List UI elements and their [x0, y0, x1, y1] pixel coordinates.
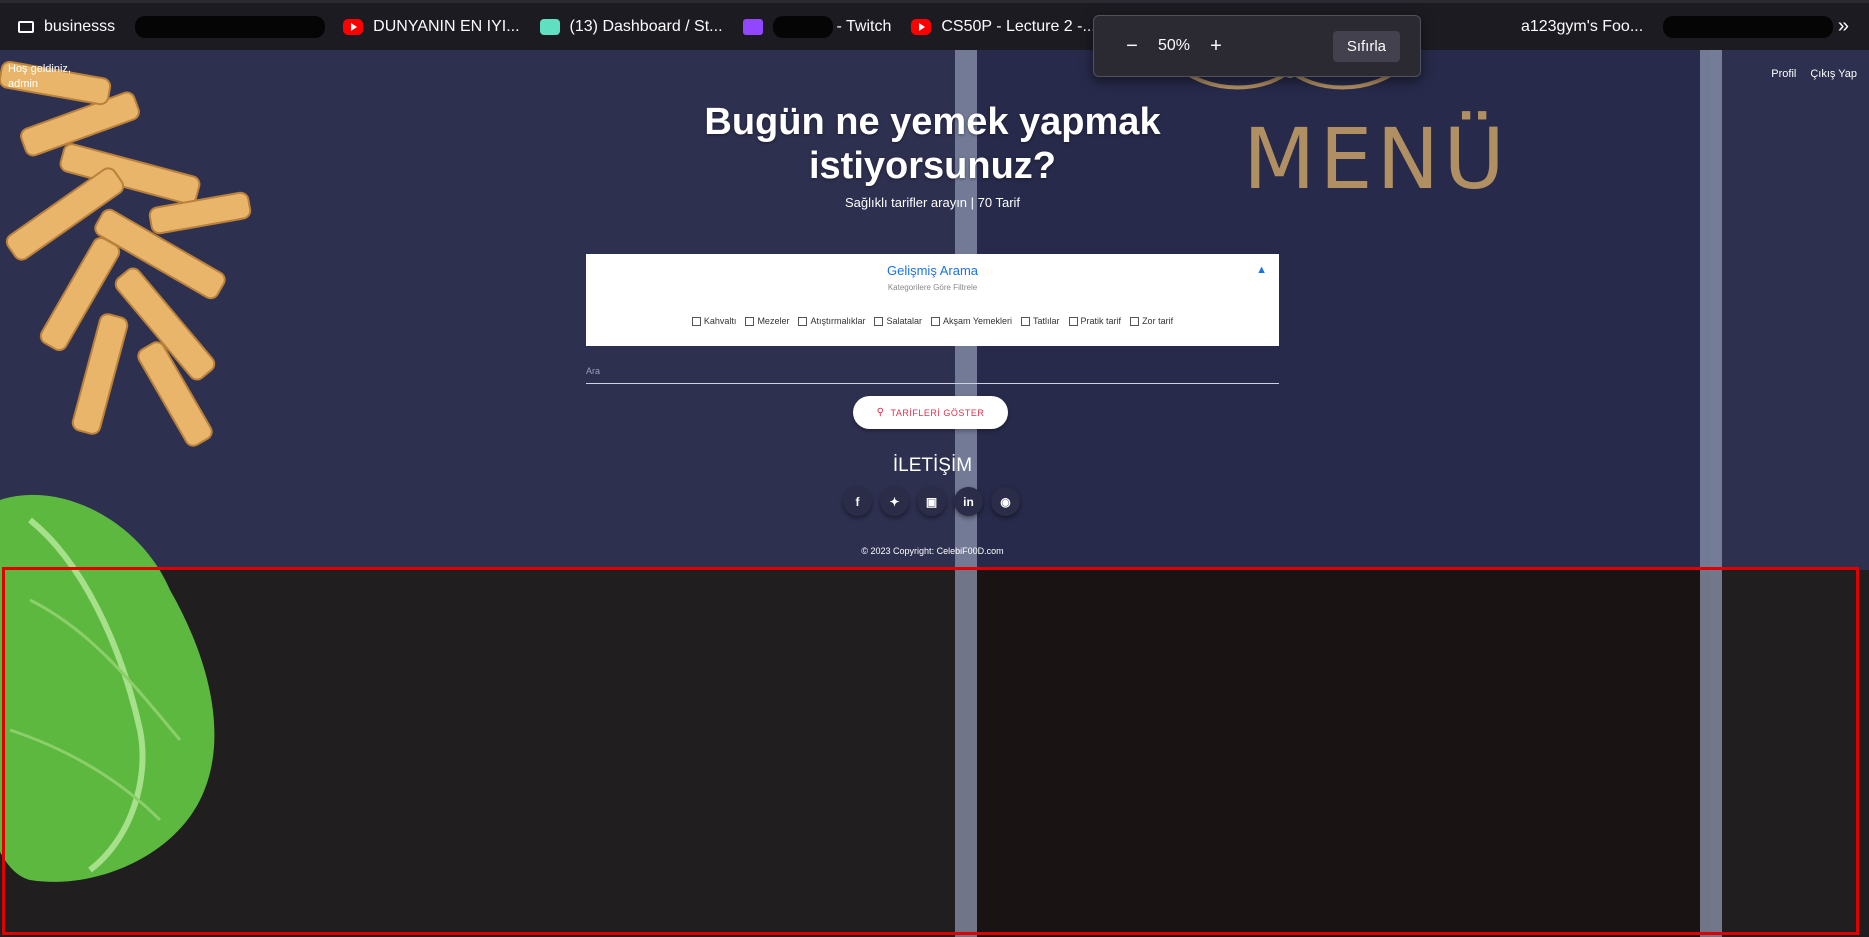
- chevron-up-icon[interactable]: ▲: [1256, 264, 1267, 276]
- category-checkbox[interactable]: Akşam Yemekleri: [931, 316, 1012, 326]
- bookmark-label: businesss: [44, 17, 116, 35]
- checkbox-icon[interactable]: [745, 316, 755, 326]
- advanced-search-card: Gelişmiş Arama Kategorilere Göre Filtrel…: [586, 254, 1279, 346]
- checkbox-icon[interactable]: [1130, 316, 1140, 326]
- welcome-line: Hoş geldiniz,: [8, 63, 71, 75]
- advanced-search-title[interactable]: Gelişmiş Arama: [586, 263, 1279, 278]
- zoom-reset-button[interactable]: Sıfırla: [1332, 30, 1400, 62]
- hero-subtitle: Sağlıklı tarifler arayın | 70 Tarif: [844, 195, 1021, 210]
- category-filters: Kahvaltı Mezeler Atıştırmalıklar Salatal…: [586, 316, 1279, 326]
- contact-title: İLETİŞİM: [892, 455, 973, 476]
- welcome-text: Hoş geldiniz, admin: [8, 62, 71, 92]
- bookmark-businesss[interactable]: businesss: [18, 18, 115, 36]
- category-label: Mezeler: [757, 316, 790, 326]
- youtube-icon: [343, 18, 364, 35]
- search-input[interactable]: [586, 358, 1279, 384]
- category-label: Pratik tarif: [1080, 316, 1122, 326]
- advanced-search-subtitle: Kategorilere Göre Filtrele: [887, 283, 978, 292]
- pasta-image: [0, 60, 252, 447]
- checkbox-icon[interactable]: [931, 316, 940, 326]
- menu-board-lower: [955, 570, 1710, 937]
- chevron-double-right-icon[interactable]: »: [1838, 15, 1849, 38]
- category-label: Atıştırmalıklar: [810, 316, 866, 326]
- twitter-icon[interactable]: ✦: [880, 487, 909, 516]
- category-label: Zor tarif: [1142, 316, 1174, 326]
- bookmark-gym[interactable]: a123gym's Foo...: [1521, 18, 1643, 36]
- site-nav: Profil Çıkış Yap: [1771, 68, 1857, 80]
- checkbox-icon[interactable]: [691, 316, 701, 326]
- checkbox-icon[interactable]: [798, 316, 808, 326]
- category-checkbox[interactable]: Mezeler: [745, 316, 789, 326]
- linkedin-icon[interactable]: in: [954, 487, 983, 516]
- bookmark-dashboard[interactable]: (13) Dashboard / St...: [539, 17, 723, 36]
- folder-icon: [18, 20, 34, 33]
- username: admin: [8, 78, 38, 90]
- category-label: Salatalar: [886, 316, 922, 326]
- category-checkbox[interactable]: Kahvaltı: [691, 316, 737, 326]
- zoom-popup: − 50% + Sıfırla: [1093, 15, 1421, 77]
- category-checkbox[interactable]: Zor tarif: [1130, 316, 1173, 326]
- lettuce-image: [0, 494, 215, 882]
- bookmark-label: CS50P - Lecture 2 -...: [941, 17, 1096, 35]
- zoom-out-button[interactable]: −: [1117, 35, 1147, 58]
- category-label: Akşam Yemekleri: [943, 316, 1013, 326]
- zoom-in-button[interactable]: +: [1201, 35, 1231, 58]
- bookmark-label: (13) Dashboard / St...: [569, 17, 723, 35]
- github-icon[interactable]: ◉: [991, 487, 1020, 516]
- twitch-icon: [742, 18, 763, 35]
- copyright-text: © 2023 Copyright: CelebiF00D.com: [861, 546, 1004, 556]
- category-checkbox[interactable]: Pratik tarif: [1068, 316, 1122, 326]
- page-viewport: MENÜ Hoş geldiniz, admin Profil Çıkış Ya…: [0, 50, 1869, 937]
- checkbox-icon[interactable]: [874, 316, 884, 326]
- category-label: Kahvaltı: [703, 316, 737, 326]
- category-checkbox[interactable]: Tatlılar: [1021, 316, 1060, 326]
- hero-title: Bugün ne yemek yapmak istiyorsunuz?: [704, 101, 1161, 187]
- nav-profile-link[interactable]: Profil: [1771, 68, 1796, 80]
- bookmark-dunyanin[interactable]: DUNYANIN EN IYI...: [343, 17, 520, 36]
- bookmark-label: a123gym's Foo...: [1520, 17, 1644, 35]
- facebook-icon[interactable]: f: [843, 487, 872, 516]
- search-icon: ⚲: [876, 407, 885, 418]
- menu-board-title: MENÜ: [1243, 110, 1509, 208]
- bookmarks-bar: businesss DUNYANIN EN IYI... (13) Dashbo…: [0, 0, 1869, 50]
- category-checkbox[interactable]: Salatalar: [874, 316, 922, 326]
- show-recipes-button[interactable]: ⚲ TARİFLERİ GÖSTER: [853, 396, 1008, 429]
- bookmark-label: - Twitch: [836, 17, 892, 35]
- discord-icon: [539, 18, 560, 35]
- checkbox-icon[interactable]: [1021, 316, 1031, 326]
- redacted-bookmark: [1663, 15, 1834, 38]
- instagram-icon[interactable]: ▣: [917, 487, 946, 516]
- bookmark-label: DUNYANIN EN IYI...: [373, 17, 520, 35]
- redacted-bookmark: [135, 15, 326, 38]
- zoom-level: 50%: [1157, 37, 1191, 54]
- board-frame-right: [1700, 50, 1722, 937]
- social-links: f ✦ ▣ in ◉: [843, 487, 1020, 516]
- youtube-icon: [911, 18, 932, 35]
- bookmark-cs50p[interactable]: CS50P - Lecture 2 -...: [911, 17, 1096, 36]
- category-checkbox[interactable]: Atıştırmalıklar: [798, 316, 865, 326]
- checkbox-icon[interactable]: [1068, 316, 1078, 326]
- show-recipes-label: TARİFLERİ GÖSTER: [890, 407, 985, 418]
- redacted-text: [772, 15, 833, 38]
- bookmark-twitch[interactable]: - Twitch: [742, 15, 892, 38]
- category-label: Tatlılar: [1033, 316, 1060, 326]
- nav-logout-link[interactable]: Çıkış Yap: [1810, 68, 1857, 80]
